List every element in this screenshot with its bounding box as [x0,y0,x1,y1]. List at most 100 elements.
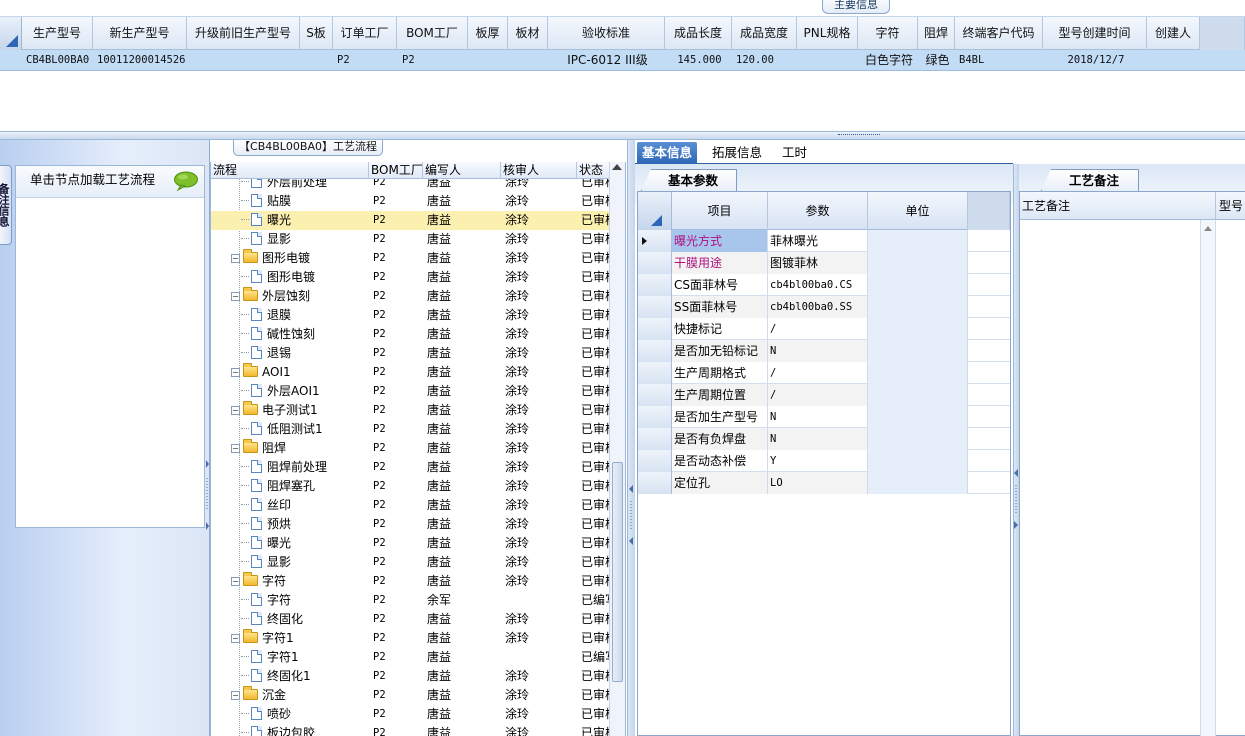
col-header-4[interactable]: 订单工厂 [333,17,397,50]
param-row[interactable]: 是否加无铅标记 N [638,340,1010,362]
param-unit[interactable] [868,472,968,494]
product-cell-11[interactable] [798,50,859,71]
product-cell-12[interactable]: 白色字符 [859,50,919,71]
col-header-1[interactable]: 新生产型号 [93,17,187,50]
flow-col-2[interactable]: 编写人 [423,162,501,179]
param-row[interactable]: 是否动态补偿 Y [638,450,1010,472]
product-cell-2[interactable] [188,50,301,71]
flow-name-cell[interactable]: 外层前处理 [241,179,351,192]
flow-name-cell[interactable]: 碱性蚀刻 [241,325,351,344]
tree-group-row[interactable]: − 字符 P2 唐益 涂玲 已审核 [211,572,609,591]
horizontal-splitter[interactable] [0,132,1245,140]
flow-name-cell[interactable]: − 阻焊 [231,439,369,458]
param-value[interactable]: cb4bl00ba0.SS [768,296,868,318]
tree-item-row[interactable]: 字符 P2 余军 已编写 [211,591,609,610]
flow-name-cell[interactable]: 板边包胶 [241,724,351,736]
flow-name-cell[interactable]: 字符1 [241,648,351,667]
flow-name-cell[interactable]: 喷砂 [241,705,351,724]
tree-item-row[interactable]: 预烘 P2 唐益 涂玲 已审核 [211,515,609,534]
flow-name-cell[interactable]: 预烘 [241,515,351,534]
tree-item-row[interactable]: 字符1 P2 唐益 已编写 [211,648,609,667]
tree-item-row[interactable]: 喷砂 P2 唐益 涂玲 已审核 [211,705,609,724]
col-header-3[interactable]: S板 [300,17,333,50]
notes-scrollbar[interactable] [1200,220,1216,736]
param-row[interactable]: 是否加生产型号 N [638,406,1010,428]
param-value[interactable]: / [768,318,868,340]
flow-col-0[interactable]: 流程 [211,162,369,179]
row-indicator[interactable] [638,450,672,472]
params-col-2[interactable]: 单位 [868,192,968,230]
row-indicator[interactable] [638,428,672,450]
tree-item-row[interactable]: 低阻测试1 P2 唐益 涂玲 已审核 [211,420,609,439]
param-value[interactable]: / [768,384,868,406]
col-header-9[interactable]: 成品长度 [665,17,732,50]
row-indicator[interactable] [638,274,672,296]
flow-name-cell[interactable]: 曝光 [241,534,351,553]
param-value[interactable]: N [768,340,868,362]
param-row[interactable]: 生产周期位置 / [638,384,1010,406]
param-value[interactable]: 图镀菲林 [768,252,868,274]
param-unit[interactable] [868,318,968,340]
row-indicator[interactable] [638,318,672,340]
param-row[interactable]: 生产周期格式 / [638,362,1010,384]
row-indicator[interactable] [638,252,672,274]
flow-name-cell[interactable]: 低阻测试1 [241,420,351,439]
row-indicator[interactable] [638,296,672,318]
product-cell-8[interactable]: IPC-6012 III级 [549,50,666,71]
tree-item-row[interactable]: 退膜 P2 唐益 涂玲 已审核 [211,306,609,325]
flow-name-cell[interactable]: − 字符 [231,572,369,591]
tab-work-hours[interactable]: 工时 [777,142,812,164]
tree-item-row[interactable]: 曝光 P2 唐益 涂玲 已审核 [211,534,609,553]
tree-group-row[interactable]: − 阻焊 P2 唐益 涂玲 已审核 [211,439,609,458]
tree-group-row[interactable]: − 沉金 P2 唐益 涂玲 已审核 [211,686,609,705]
main-info-tab[interactable]: 主要信息 [822,0,890,14]
tab-extended-info[interactable]: 拓展信息 [707,142,767,164]
param-unit[interactable] [868,362,968,384]
collapse-icon[interactable]: − [231,368,240,377]
row-indicator[interactable] [638,230,672,252]
tree-group-row[interactable]: − 电子测试1 P2 唐益 涂玲 已审核 [211,401,609,420]
flow-name-cell[interactable]: 外层AOI1 [241,382,351,401]
notes-col-model[interactable]: 型号 [1217,192,1245,220]
param-row[interactable]: 定位孔 LO [638,472,1010,494]
col-header-0[interactable]: 生产型号 [22,17,93,50]
scroll-up-arrow-icon[interactable] [1204,226,1212,231]
tree-item-row[interactable]: 外层前处理 P2 唐益 涂玲 已审核 [211,179,609,192]
params-col-1[interactable]: 参数 [768,192,868,230]
flow-name-cell[interactable]: 退锡 [241,344,351,363]
param-row[interactable]: CS面菲林号 cb4bl00ba0.CS [638,274,1010,296]
param-unit[interactable] [868,230,968,252]
param-value[interactable]: / [768,362,868,384]
flow-name-cell[interactable]: 贴膜 [241,192,351,211]
flow-name-cell[interactable]: − 电子测试1 [231,401,369,420]
product-cell-16[interactable] [1148,50,1201,71]
product-cell-0[interactable]: CB4BL00BA0 [23,50,94,71]
tree-item-row[interactable]: 贴膜 P2 唐益 涂玲 已审核 [211,192,609,211]
row-indicator[interactable] [638,472,672,494]
row-indicator[interactable] [638,340,672,362]
flow-name-cell[interactable]: − 字符1 [231,629,369,648]
param-value[interactable]: LO [768,472,868,494]
product-cell-10[interactable]: 120.00 [733,50,798,71]
col-header-14[interactable]: 终端客户代码 [955,17,1043,50]
tree-item-row[interactable]: 显影 P2 唐益 涂玲 已审核 [211,553,609,572]
param-unit[interactable] [868,252,968,274]
product-cell-1[interactable]: 10011200014526 [94,50,188,71]
param-row[interactable]: 曝光方式 菲林曝光 [638,230,1010,252]
collapse-icon[interactable]: − [231,691,240,700]
tree-item-row[interactable]: 外层AOI1 P2 唐益 涂玲 已审核 [211,382,609,401]
col-header-13[interactable]: 阻焊 [918,17,955,50]
col-header-12[interactable]: 字符 [858,17,918,50]
row-indicator[interactable] [638,406,672,428]
tree-item-row[interactable]: 显影 P2 唐益 涂玲 已审核 [211,230,609,249]
param-row[interactable]: 干膜用途 图镀菲林 [638,252,1010,274]
col-header-11[interactable]: PNL规格 [797,17,858,50]
product-cell-7[interactable] [509,50,549,71]
flow-name-cell[interactable]: 曝光 [241,211,351,230]
flow-name-cell[interactable]: 阻焊前处理 [241,458,351,477]
tree-item-row[interactable]: 丝印 P2 唐益 涂玲 已审核 [211,496,609,515]
notes-vertical-tab[interactable]: 备注信息 [0,165,12,245]
flow-col-3[interactable]: 核审人 [501,162,577,179]
product-cell-4[interactable]: P2 [334,50,398,71]
collapse-icon[interactable]: − [231,406,240,415]
